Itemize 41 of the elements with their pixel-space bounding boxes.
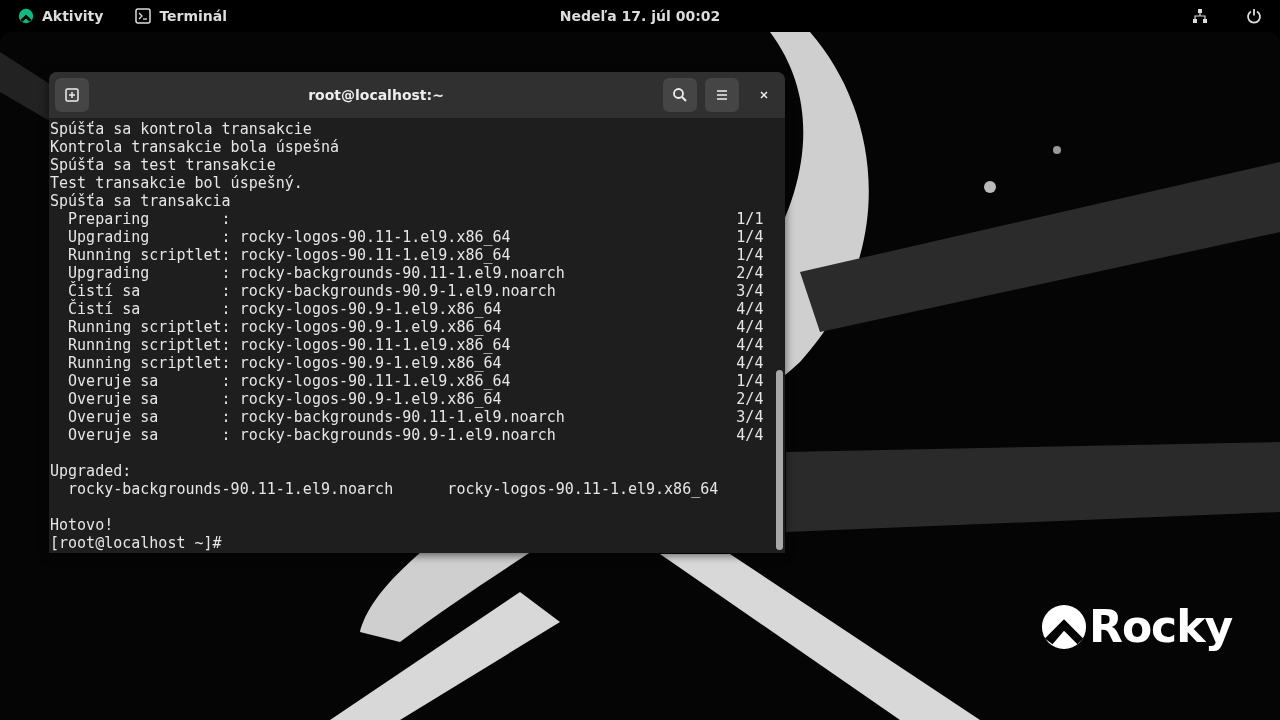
terminal-line: Overuje sa : rocky-backgrounds-90.11-1.el9.noarch 3/4 bbox=[67, 408, 764, 426]
search-icon bbox=[672, 87, 688, 103]
search-button[interactable] bbox=[663, 78, 697, 112]
terminal-line: Preparing : 1/1 bbox=[67, 210, 764, 228]
dot-drawing bbox=[1053, 146, 1061, 154]
terminal-line: Running scriptlet: rocky-logos-90.11-1.el9.x86_64 1/4 bbox=[67, 246, 764, 264]
terminal-line: Kontrola transakcie bola úspešná bbox=[50, 138, 339, 156]
menu-button[interactable] bbox=[705, 78, 739, 112]
activities-button[interactable]: Aktivity bbox=[12, 4, 110, 28]
terminal-line: [root@localhost ~]# bbox=[50, 534, 222, 552]
terminal-line: Upgrading : rocky-backgrounds-90.11-1.el9.noarch 2/4 bbox=[67, 264, 764, 282]
window-title: root@localhost:~ bbox=[307, 87, 445, 103]
rocky-wordmark: Rocky bbox=[1089, 603, 1233, 651]
rocky-mark-icon bbox=[1041, 604, 1087, 650]
terminal-line: Čistí sa : rocky-logos-90.9-1.el9.x86_64 4/4 bbox=[67, 300, 764, 318]
terminal-line: Upgrading : rocky-logos-90.11-1.el9.x86_64 1/4 bbox=[67, 228, 764, 246]
dot-drawing bbox=[984, 181, 996, 193]
terminal-line: Overuje sa : rocky-logos-90.9-1.el9.x86_64 2/4 bbox=[67, 390, 764, 408]
rocky-logo-icon bbox=[18, 8, 34, 24]
terminal-line: Spúšťa sa test transakcie bbox=[50, 156, 276, 174]
terminal-line: Running scriptlet: rocky-logos-90.9-1.el9.x86_64 4/4 bbox=[67, 318, 764, 336]
terminal-line: Running scriptlet: rocky-logos-90.9-1.el9.x86_64 4/4 bbox=[67, 354, 764, 372]
network-icon[interactable] bbox=[1192, 8, 1208, 24]
clock[interactable]: Nedeľa 17. júl 00:02 bbox=[553, 4, 727, 28]
power-icon[interactable] bbox=[1246, 8, 1262, 24]
terminal-icon bbox=[135, 8, 152, 24]
menu-icon bbox=[714, 87, 730, 103]
terminal-line: Spúšťa sa kontrola transakcie bbox=[50, 120, 312, 138]
terminal-line: Hotovo! bbox=[50, 516, 114, 534]
terminal-line: Running scriptlet: rocky-logos-90.11-1.el9.x86_64 4/4 bbox=[67, 336, 764, 354]
terminal-line: Test transakcie bol úspešný. bbox=[50, 174, 303, 192]
close-icon bbox=[758, 89, 770, 101]
terminal-line: Overuje sa : rocky-backgrounds-90.9-1.el9.noarch 4/4 bbox=[67, 426, 764, 444]
new-tab-button[interactable] bbox=[55, 78, 89, 112]
terminal-line: rocky-backgrounds-90.11-1.el9.noarch rocky-logos-90.11-1.el9.x86_64 bbox=[67, 480, 719, 498]
new-tab-icon bbox=[64, 87, 80, 103]
terminal-line: Čistí sa : rocky-backgrounds-90.9-1.el9.noarch 3/4 bbox=[67, 282, 764, 300]
terminal-line: Upgraded: bbox=[50, 462, 132, 480]
terminal-line: Overuje sa : rocky-logos-90.11-1.el9.x86_64 1/4 bbox=[67, 372, 764, 390]
terminal-app-menu[interactable]: Terminál bbox=[129, 4, 234, 28]
terminal-line: Spúšťa sa transakcia bbox=[50, 192, 231, 210]
